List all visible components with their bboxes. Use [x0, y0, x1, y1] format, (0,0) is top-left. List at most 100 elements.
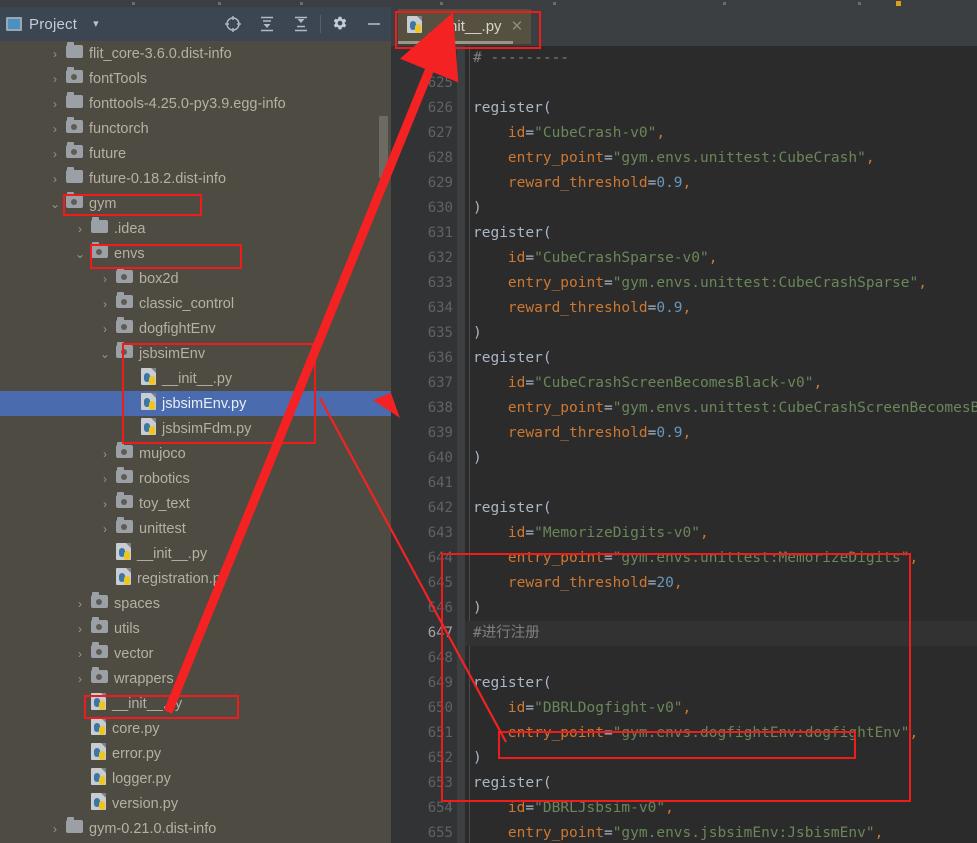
code-line[interactable]: reward_threshold=0.9, [473, 296, 691, 321]
code-line[interactable]: reward_threshold=0.9, [473, 421, 691, 446]
chevron-right-icon[interactable]: › [48, 48, 62, 60]
tree-folder-jsbsimenv[interactable]: ⌄ jsbsimEnv [0, 341, 391, 366]
tree-folder--idea[interactable]: › .idea [0, 216, 391, 241]
tree-folder-box2d[interactable]: › box2d [0, 266, 391, 291]
tree-file-jsbsimfdm-py[interactable]: jsbsimFdm.py [0, 416, 391, 441]
project-tree[interactable]: › flit_core-3.6.0.dist-info › fontTools › fon… [0, 41, 391, 843]
tree-folder-mujoco[interactable]: › mujoco [0, 441, 391, 466]
code-token: register( [473, 225, 552, 241]
tree-file-version-py[interactable]: version.py [0, 791, 391, 816]
code-line[interactable]: id="DBRLJsbsim-v0", [473, 796, 674, 821]
code-line[interactable]: register( [473, 671, 552, 696]
chevron-down-icon[interactable]: ⌄ [98, 348, 112, 360]
chevron-right-icon[interactable]: › [48, 148, 62, 160]
collapse-all-icon[interactable] [284, 7, 318, 41]
tree-folder-toy-text[interactable]: › toy_text [0, 491, 391, 516]
tree-folder-gym[interactable]: ⌄ gym [0, 191, 391, 216]
chevron-right-icon[interactable]: › [48, 98, 62, 110]
code-line[interactable]: entry_point="gym.envs.unittest:CubeCrash… [473, 396, 977, 421]
chevron-right-icon[interactable]: › [98, 473, 112, 485]
tree-file-registration-py[interactable]: registration.py [0, 566, 391, 591]
code-line[interactable]: id="DBRLDogfight-v0", [473, 696, 691, 721]
code-line[interactable]: ) [473, 196, 482, 221]
chevron-right-icon[interactable]: › [73, 648, 87, 660]
locate-icon[interactable] [216, 7, 250, 41]
code-token: , [656, 125, 666, 141]
code-line[interactable]: entry_point="gym.envs.unittest:CubeCrash… [473, 146, 875, 171]
chevron-down-icon[interactable]: ▾ [93, 18, 99, 30]
chevron-right-icon[interactable]: › [73, 623, 87, 635]
code-line[interactable]: register( [473, 96, 552, 121]
close-icon[interactable]: ✕ [511, 19, 524, 34]
tree-folder-unittest[interactable]: › unittest [0, 516, 391, 541]
code-line[interactable]: reward_threshold=0.9, [473, 171, 691, 196]
chevron-right-icon[interactable]: › [98, 523, 112, 535]
code-line[interactable]: entry_point="gym.envs.jsbsimEnv:JsbismEn… [473, 821, 883, 843]
chevron-down-icon[interactable]: ⌄ [73, 248, 87, 260]
code-line[interactable]: reward_threshold=20, [473, 571, 683, 596]
tree-folder-flit-core-3-6-0-dist-info[interactable]: › flit_core-3.6.0.dist-info [0, 41, 391, 66]
chevron-right-icon[interactable]: › [48, 123, 62, 135]
tree-folder-envs[interactable]: ⌄ envs [0, 241, 391, 266]
tree-folder-fonttools-4-25-0-py3-9-egg-info[interactable]: › fonttools-4.25.0-py3.9.egg-info [0, 91, 391, 116]
tree-folder-future-0-18-2-dist-info[interactable]: › future-0.18.2.dist-info [0, 166, 391, 191]
tree-folder-vector[interactable]: › vector [0, 641, 391, 666]
chevron-right-icon[interactable]: › [98, 498, 112, 510]
chevron-right-icon[interactable]: › [48, 823, 62, 835]
tree-file-logger-py[interactable]: logger.py [0, 766, 391, 791]
chevron-right-icon[interactable]: › [73, 223, 87, 235]
chevron-right-icon[interactable]: › [98, 323, 112, 335]
code-line[interactable]: ) [473, 746, 482, 771]
code-line[interactable]: id="CubeCrashSparse-v0", [473, 246, 718, 271]
tree-folder-spaces[interactable]: › spaces [0, 591, 391, 616]
tree-folder-utils[interactable]: › utils [0, 616, 391, 641]
expand-all-icon[interactable] [250, 7, 284, 41]
tree-file--init-py[interactable]: __init__.py [0, 691, 391, 716]
tree-folder-functorch[interactable]: › functorch [0, 116, 391, 141]
code-line[interactable]: ) [473, 321, 482, 346]
code-line[interactable]: register( [473, 771, 552, 796]
chevron-right-icon[interactable]: › [98, 448, 112, 460]
code-token: entry_point [507, 275, 604, 291]
hide-panel-icon[interactable] [357, 7, 391, 41]
chevron-right-icon[interactable]: › [48, 173, 62, 185]
tree-folder-fonttools[interactable]: › fontTools [0, 66, 391, 91]
code-line[interactable]: entry_point="gym.envs.dogfightEnv:dogfig… [473, 721, 918, 746]
code-line[interactable]: entry_point="gym.envs.unittest:CubeCrash… [473, 271, 927, 296]
code-line[interactable]: entry_point="gym.envs.unittest:MemorizeD… [473, 546, 918, 571]
tab-init-py[interactable]: __init__.py ✕ [398, 9, 532, 44]
editor-code-content[interactable]: # --------- register( id="CubeCrash-v0", … [465, 46, 977, 843]
code-token: entry_point [507, 150, 604, 166]
code-line[interactable]: register( [473, 496, 552, 521]
tree-file-error-py[interactable]: error.py [0, 741, 391, 766]
code-line[interactable]: id="MemorizeDigits-v0", [473, 521, 709, 546]
code-line[interactable]: register( [473, 346, 552, 371]
tree-file--init-py[interactable]: __init__.py [0, 541, 391, 566]
code-token: "gym.envs.dogfightEnv:dogfightEnv" [612, 725, 910, 741]
tree-folder-gym-0-21-0-dist-info[interactable]: › gym-0.21.0.dist-info [0, 816, 391, 841]
chevron-down-icon[interactable]: ⌄ [48, 198, 62, 210]
tree-file-core-py[interactable]: core.py [0, 716, 391, 741]
chevron-right-icon[interactable]: › [98, 298, 112, 310]
chevron-right-icon[interactable]: › [73, 673, 87, 685]
code-line[interactable]: ) [473, 446, 482, 471]
tree-folder-dogfightenv[interactable]: › dogfightEnv [0, 316, 391, 341]
chevron-right-icon[interactable]: › [98, 273, 112, 285]
code-line[interactable]: id="CubeCrash-v0", [473, 121, 665, 146]
code-line[interactable]: ) [473, 596, 482, 621]
chevron-right-icon[interactable]: › [48, 73, 62, 85]
tree-folder-wrappers[interactable]: › wrappers [0, 666, 391, 691]
code-line[interactable]: register( [473, 221, 552, 246]
code-line[interactable]: #进行注册 [473, 621, 540, 646]
project-tree-scrollbar[interactable] [379, 116, 388, 178]
tree-file--init-py[interactable]: __init__.py [0, 366, 391, 391]
code-line[interactable]: # --------- [473, 46, 569, 71]
code-line[interactable]: id="CubeCrashScreenBecomesBlack-v0", [473, 371, 822, 396]
tree-folder-future[interactable]: › future [0, 141, 391, 166]
chevron-right-icon[interactable]: › [73, 598, 87, 610]
settings-gear-icon[interactable] [323, 7, 357, 41]
tree-file-jsbsimenv-py[interactable]: jsbsimEnv.py [0, 391, 391, 416]
tree-folder-robotics[interactable]: › robotics [0, 466, 391, 491]
tree-folder-classic-control[interactable]: › classic_control [0, 291, 391, 316]
